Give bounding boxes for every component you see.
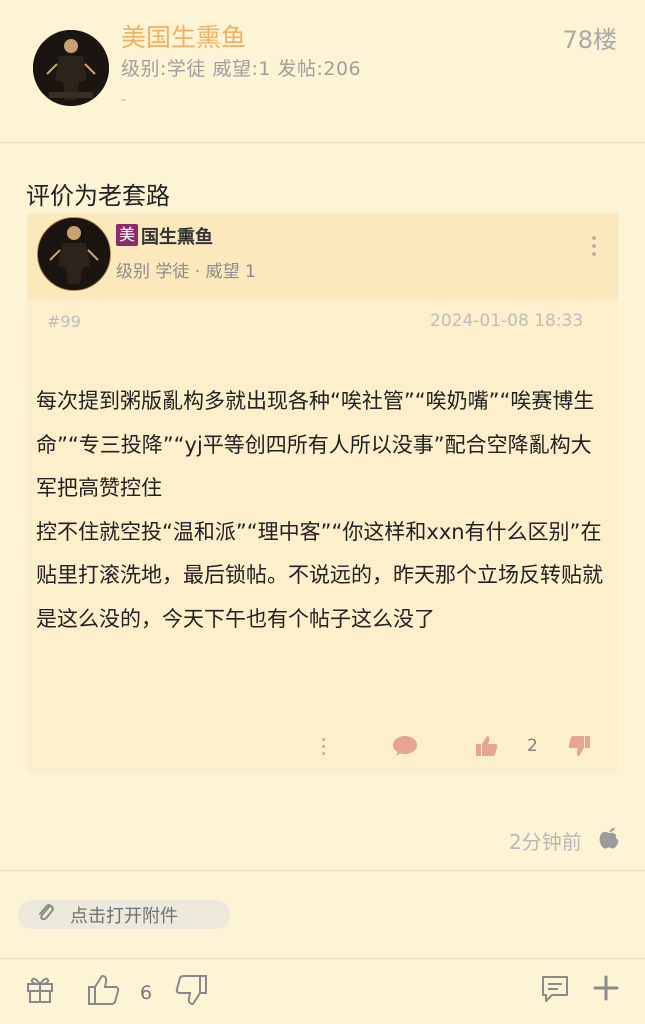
quote-author-avatar[interactable] [37, 217, 111, 291]
bottom-divider [0, 958, 645, 959]
gift-icon[interactable] [26, 974, 54, 1008]
quote-like-count: 2 [527, 736, 538, 756]
quote-floor: #99 [47, 312, 81, 331]
author-name[interactable]: 美国生熏鱼 [121, 18, 246, 54]
quote-body: 每次提到粥版亂构多就出现各种“唉社管”“唉奶嘴”“唉赛博生命”“专三投降”“yj… [36, 389, 603, 631]
open-attachment-button[interactable]: 点击打开附件 [18, 900, 230, 929]
dislike-icon[interactable] [567, 735, 591, 761]
comment-icon[interactable] [392, 735, 418, 761]
post-time: 2分钟前 [509, 830, 582, 854]
thumbs-down-icon[interactable] [174, 974, 208, 1010]
more-options-icon[interactable] [592, 236, 596, 260]
like-icon[interactable] [475, 735, 499, 761]
quote-time: 2024-01-08 18:33 [430, 311, 584, 331]
attachment-label: 点击打开附件 [70, 905, 178, 927]
author-signature: - [121, 92, 127, 108]
paperclip-icon [36, 903, 56, 927]
content-divider [0, 870, 645, 871]
quote-author-name[interactable]: 国生熏鱼 [141, 223, 213, 249]
apple-device-icon [598, 826, 620, 854]
quote-name-badge: 美 [116, 224, 138, 246]
floor-number: 78楼 [562, 26, 617, 54]
header-divider [0, 142, 645, 143]
like-count: 6 [140, 982, 153, 1004]
thumbs-up-icon[interactable] [87, 974, 121, 1010]
plus-icon[interactable] [592, 974, 620, 1006]
reply-icon[interactable] [540, 974, 570, 1008]
quote-more-icon[interactable] [322, 738, 325, 759]
quote-author-level: 级别 学徒 · 威望 1 [116, 262, 256, 282]
author-meta: 级别:学徒 威望:1 发帖:206 [121, 58, 362, 80]
post-text: 评价为老套路 [26, 182, 170, 210]
author-avatar[interactable] [33, 30, 109, 106]
